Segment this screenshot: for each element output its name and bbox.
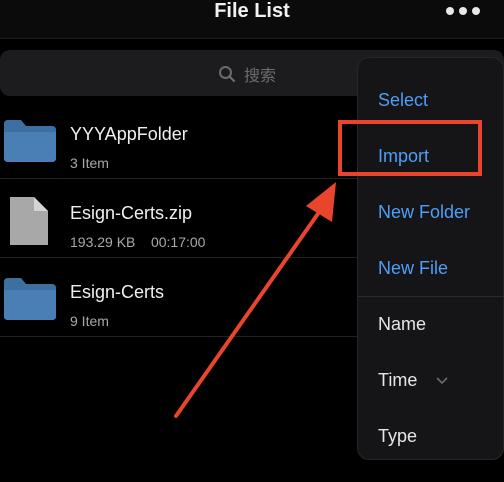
more-options-button[interactable]: [446, 4, 480, 18]
menu-item-new-folder[interactable]: New Folder: [358, 180, 504, 234]
menu-item-label: Import: [378, 146, 430, 166]
sort-option-time[interactable]: Time: [358, 348, 504, 402]
sort-option-name[interactable]: Name: [358, 292, 504, 346]
file-subtitle: 9 Item: [70, 313, 109, 329]
file-name: YYYAppFolder: [70, 124, 188, 144]
document-icon: [10, 197, 48, 245]
file-name: Esign-Certs: [70, 282, 165, 302]
ellipsis-icon: [459, 7, 467, 15]
menu-item-label: Select: [378, 90, 429, 110]
page-title: File List: [214, 0, 290, 22]
search-placeholder: 搜索: [244, 68, 277, 85]
menu-item-select[interactable]: Select: [358, 68, 504, 122]
menu-item-new-file[interactable]: New File: [358, 236, 504, 290]
folder-icon: [4, 120, 56, 162]
search-icon: [219, 66, 236, 83]
file-subtitle: 193.29 KB 00:17:00: [70, 234, 206, 250]
ellipsis-icon: [446, 7, 454, 15]
menu-item-import[interactable]: Import: [358, 124, 504, 178]
sort-option-label: Type: [378, 426, 418, 446]
menu-item-label: New File: [378, 258, 449, 278]
chevron-down-icon: [436, 377, 448, 385]
file-subtitle: 3 Item: [70, 155, 109, 171]
ellipsis-icon: [472, 7, 480, 15]
sort-option-label: Name: [378, 314, 427, 334]
sort-option-type[interactable]: Type: [358, 404, 504, 458]
folder-icon: [4, 278, 56, 320]
file-name: Esign-Certs.zip: [70, 203, 193, 223]
options-menu: Select Import New Folder New File Name T…: [357, 57, 504, 460]
sort-option-label: Time: [378, 370, 418, 390]
menu-item-label: New Folder: [378, 202, 471, 222]
nav-bar: File List: [0, 0, 504, 39]
